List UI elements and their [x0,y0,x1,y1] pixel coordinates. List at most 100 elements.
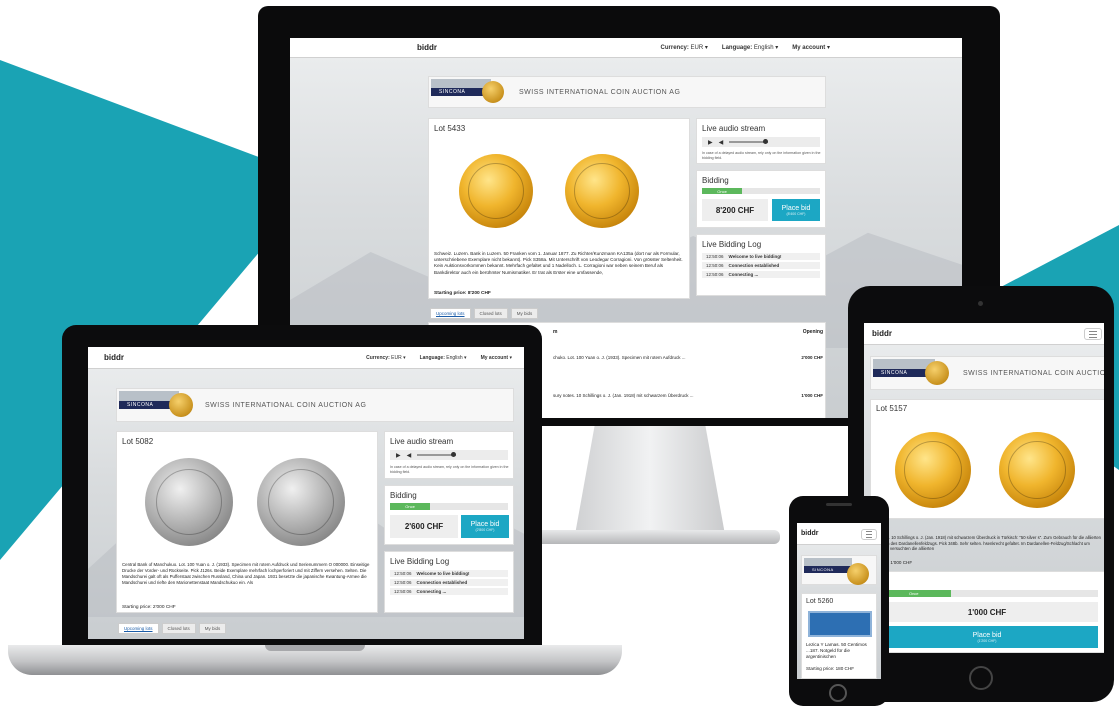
auction-header: SINCONA SWISS INTERNATIONAL COIN AUCTION… [116,388,514,422]
lot-tabs: Upcoming lots Closed lots My bids [118,623,227,634]
navbar: biddr Currency: EUR ▾ Language: English … [290,38,962,58]
log-title: Live Bidding Log [702,240,762,249]
tablet-home-button [969,666,993,690]
coin-reverse-image[interactable] [999,432,1075,508]
bidding-progress: Once [876,590,1098,597]
monitor-base [520,530,780,544]
play-icon[interactable]: ▶ [396,452,401,459]
lot-card: Lot 5157 [870,399,1104,519]
brand-logo[interactable]: biddr [801,530,819,537]
tab-upcoming-lots[interactable]: Upcoming lots [118,623,159,634]
bidding-progress: Once [702,188,820,194]
volume-icon[interactable]: ◀ [407,452,412,459]
audio-panel: Live audio stream ▶ ◀ In case of a delaye… [384,431,514,479]
coin-reverse-image[interactable] [257,458,345,546]
log-entry: 12:50:06 Connection established [702,262,820,269]
auction-header: SINCONA SWISS INTERNATIONAL COIN AUCTION… [870,356,1104,390]
monitor-stand [574,418,726,538]
bidding-progress: Once [390,503,508,510]
account-menu[interactable]: My account ▾ [792,44,830,51]
lot-tabs: Upcoming lots Closed lots My bids [430,308,539,319]
audio-player[interactable]: ▶ ◀ [702,137,820,147]
lot-description: ry notes. 10 Schillings o. J. (Jan. 1918… [874,535,1102,552]
bidding-panel: Bidding Once 2'600 CHF Place bid (2'800 C… [384,485,514,545]
volume-slider[interactable] [729,139,768,144]
lot-card: Lot 5433 Schweiz. Luzern. Bank in Luzern… [428,118,690,299]
banknote-image[interactable] [808,611,872,637]
tablet-screen: biddr SINCONA SWISS INTERNATIONAL COIN A… [864,323,1104,653]
lot-number: Lot 5157 [876,404,908,413]
currency-selector[interactable]: Currency: EUR ▾ [366,355,405,361]
lot-description: Schweiz. Luzern. Bank in Luzern. 50 Fran… [434,251,683,275]
tab-closed-lots[interactable]: Closed lots [161,623,196,634]
lot-number: Lot 5082 [122,437,154,446]
current-price: 2'600 CHF [390,515,458,538]
log-entry: 12:50:06 Connection established [390,579,508,586]
auction-house-title: SWISS INTERNATIONAL COIN AUCTION AG [963,370,1104,377]
currency-selector[interactable]: Currency: EUR ▾ [661,44,708,51]
auction-header: SINCONA SWISS INTERNATIONAL COIN AUCTION… [428,76,826,108]
bidding-log-panel: Live Bidding Log 12:50:06 Welcome to live… [696,234,826,296]
log-title: Live Bidding Log [390,557,450,566]
language-selector[interactable]: Language: English ▾ [722,44,778,51]
coin-reverse-image[interactable] [565,154,639,228]
table-row[interactable]: chuko. Lot. 100 Yuan o. J. (1933). Speci… [553,355,823,360]
brand-logo[interactable]: biddr [104,353,124,362]
account-menu[interactable]: My account ▾ [481,355,512,361]
starting-price: Starting price: 2'000 CHF [122,605,176,610]
volume-slider[interactable] [417,452,456,457]
audio-panel: Live audio stream ▶ ◀ In case of a delaye… [696,118,826,164]
play-icon[interactable]: ▶ [708,139,713,146]
current-price: 1'000 CHF [876,602,1098,622]
log-entry: 12:50:06 Welcome to live bidding! [702,253,820,260]
bidding-title: Bidding [702,176,729,185]
tab-my-bids[interactable]: My bids [510,308,539,319]
log-entry: 12:50:06 Connecting ... [390,588,508,595]
auction-header: SINCONA [801,555,877,585]
log-entry: 12:50:06 Welcome to live bidding! [390,570,508,577]
tab-my-bids[interactable]: My bids [198,623,227,634]
auction-house-logo [847,563,869,585]
coin-obverse-image[interactable] [145,458,233,546]
brand-logo[interactable]: biddr [417,43,437,52]
tab-closed-lots[interactable]: Closed lots [473,308,508,319]
lot-card: Lot 5082 Central Bank of Manchukuo. Lot.… [116,431,378,613]
brand-logo[interactable]: biddr [872,329,892,338]
log-entry: 12:50:06 Connecting ... [702,271,820,278]
coin-obverse-image[interactable] [895,432,971,508]
navbar: biddr [864,323,1104,345]
audio-title: Live audio stream [390,437,454,446]
auction-house-title: SWISS INTERNATIONAL COIN AUCTION AG [205,402,367,409]
menu-toggle-icon[interactable] [1084,328,1102,340]
menu-toggle-icon[interactable] [861,529,877,540]
phone-screen: biddr SINCONA Lot 5260 Lezica Y Lamas. 5… [797,523,881,679]
bidding-panel: ing Once 1'000 CHF Place bid(1'200 CHF) [870,571,1104,653]
starting-price: Starting price: 180 CHF [806,666,854,671]
auction-house-logo [482,81,504,103]
bidding-title: Bidding [390,491,417,500]
place-bid-button[interactable]: Place bid (2'800 CHF) [461,515,509,538]
lot-card: Lot 5260 Lezica Y Lamas. 50 Centimos ...… [801,593,877,679]
place-bid-button[interactable]: Place bid (8'400 CHF) [772,199,820,221]
language-selector[interactable]: Language: English ▾ [420,355,467,361]
bidding-panel: Bidding Once 8'200 CHF Place bid (8'400 C… [696,170,826,228]
current-price: 8'200 CHF [702,199,768,221]
auction-house-logo [925,361,949,385]
audio-note: In case of a delayed audio stream, rely … [390,465,509,474]
tab-upcoming-lots[interactable]: Upcoming lots [430,308,471,319]
table-header: m Opening [553,329,823,335]
table-row[interactable]: sury notes. 10 Schillings o. J. (Jan. 19… [553,393,823,398]
lot-number: Lot 5260 [806,598,834,605]
lot-number: Lot 5433 [434,124,466,133]
starting-price: Starting price: 8'200 CHF [434,291,491,296]
lot-description: Lezica Y Lamas. 50 Centimos ...187. Notg… [806,642,867,660]
lot-description: Central Bank of Manchukuo. Lot. 100 Yuan… [122,562,370,585]
audio-note: In case of a delayed audio stream, rely … [702,151,821,160]
audio-title: Live audio stream [702,124,766,133]
sincona-badge: SINCONA [804,566,852,573]
coin-obverse-image[interactable] [459,154,533,228]
audio-player[interactable]: ▶ ◀ [390,450,508,460]
place-bid-button[interactable]: Place bid (1'200 CHF) [876,626,1098,648]
laptop-screen: biddr Currency: EUR ▾ Language: English … [88,347,524,639]
volume-icon[interactable]: ◀ [719,139,724,146]
